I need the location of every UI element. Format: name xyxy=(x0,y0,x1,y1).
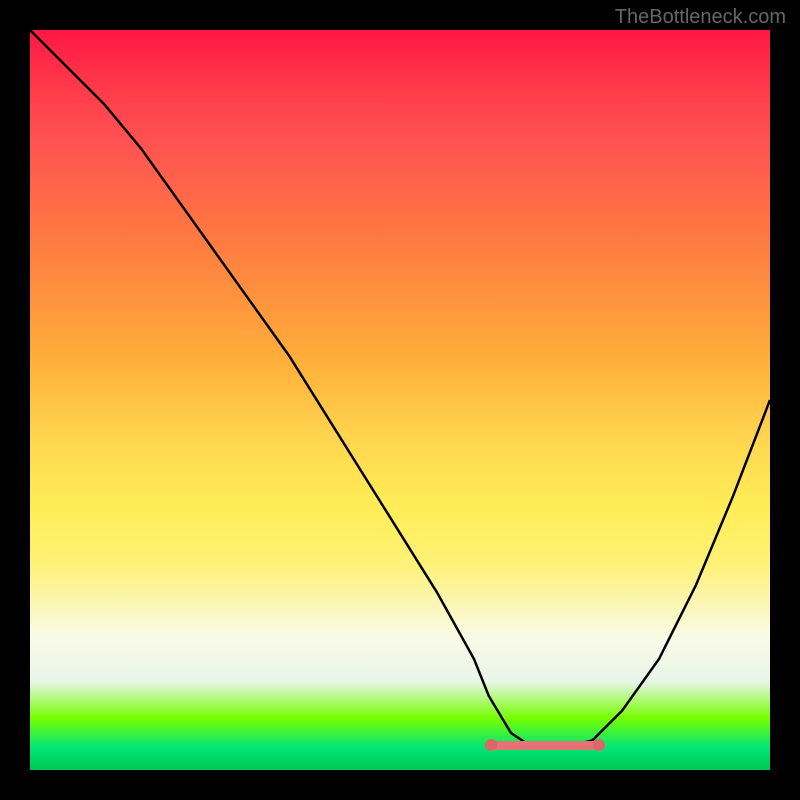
watermark-text: TheBottleneck.com xyxy=(615,6,786,29)
chart-plot-area xyxy=(30,30,770,770)
bottleneck-curve xyxy=(30,30,770,770)
optimal-range-highlight xyxy=(485,738,605,752)
